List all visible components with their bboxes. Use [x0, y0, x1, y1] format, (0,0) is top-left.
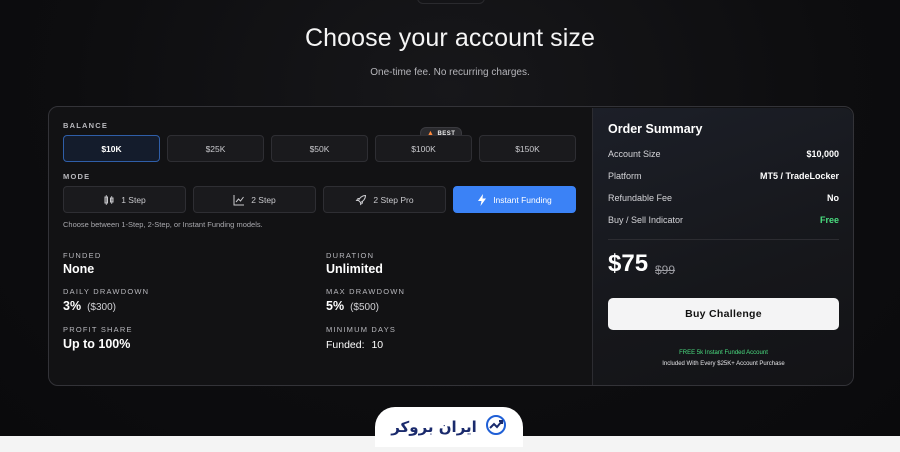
price: $75 — [608, 250, 649, 277]
minimum-days-label: MINIMUM DAYS — [326, 325, 397, 334]
summary-row-indicator: Buy / Sell Indicator Free — [608, 215, 839, 225]
order-summary-panel: Order Summary Account Size $10,000 Platf… — [592, 108, 853, 385]
summary-row-platform: Platform MT5 / TradeLocker — [608, 171, 839, 181]
daily-drawdown-value: 3% ($300) — [63, 299, 116, 313]
promo-free-account: FREE 5k Instant Funded Account — [679, 350, 768, 356]
brand-logo: ایران بروکر — [375, 407, 523, 447]
page: Choose your account size One-time fee. N… — [0, 0, 900, 452]
options-panel: BALANCE ▲ BEST $10K $25K $50K $100K $150… — [63, 107, 579, 385]
rocket-icon — [355, 194, 367, 206]
mode-option-instant-funding[interactable]: Instant Funding — [453, 186, 576, 213]
daily-drawdown-label: DAILY DRAWDOWN — [63, 287, 150, 296]
brand-logo-text: ایران بروکر — [391, 418, 477, 436]
buy-challenge-button[interactable]: Buy Challenge — [608, 298, 839, 330]
mode-hint: Choose between 1-Step, 2-Step, or Instan… — [63, 220, 263, 229]
lightning-icon — [477, 193, 487, 206]
balance-option-10k[interactable]: $10K — [63, 135, 160, 162]
balance-option-50k[interactable]: $50K — [271, 135, 368, 162]
balance-option-150k[interactable]: $150K — [479, 135, 576, 162]
trend-chart-logo-icon — [485, 414, 507, 441]
duration-label: DURATION — [326, 251, 375, 260]
duration-value: Unlimited — [326, 262, 383, 276]
page-title: Choose your account size — [304, 24, 596, 52]
balance-option-25k[interactable]: $25K — [167, 135, 264, 162]
profit-share-label: PROFIT SHARE — [63, 325, 133, 334]
mode-option-1-step[interactable]: 1 Step — [63, 186, 186, 213]
profit-share-value: Up to 100% — [63, 337, 131, 351]
promo-condition: Included With Every $25K+ Account Purcha… — [662, 361, 785, 367]
mode-label: MODE — [63, 172, 91, 181]
funded-value: None — [63, 262, 95, 276]
order-summary-title: Order Summary — [608, 122, 703, 136]
max-drawdown-value: 5% ($500) — [326, 299, 379, 313]
funded-label: FUNDED — [63, 251, 102, 260]
configurator-card: BALANCE ▲ BEST $10K $25K $50K $100K $150… — [48, 106, 854, 386]
balance-option-100k[interactable]: $100K — [375, 135, 472, 162]
old-price: $99 — [655, 263, 676, 277]
candlestick-icon — [103, 194, 115, 206]
page-subtitle: One-time fee. No recurring charges. — [370, 67, 530, 78]
max-drawdown-label: MAX DRAWDOWN — [326, 287, 406, 296]
mode-option-2-step-pro[interactable]: 2 Step Pro — [323, 186, 446, 213]
summary-divider — [608, 239, 839, 240]
top-tab-handle[interactable] — [417, 0, 485, 4]
summary-row-refundable-fee: Refundable Fee No — [608, 193, 839, 203]
mode-option-2-step[interactable]: 2 Step — [193, 186, 316, 213]
line-chart-icon — [233, 194, 245, 206]
minimum-days-value: Funded: 10 — [326, 339, 384, 351]
balance-label: BALANCE — [63, 121, 109, 130]
summary-row-account-size: Account Size $10,000 — [608, 149, 839, 159]
